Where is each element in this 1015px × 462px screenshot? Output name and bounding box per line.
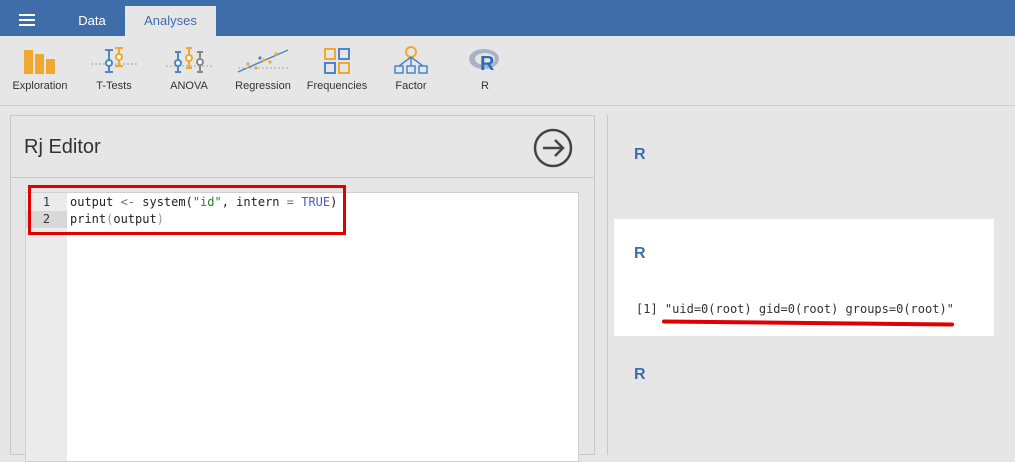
line-number: 2 xyxy=(26,211,67,228)
r-logo-icon: R xyxy=(469,49,499,75)
tab-data[interactable]: Data xyxy=(62,6,122,36)
code-line-1[interactable]: output <- system("id", intern = TRUE) xyxy=(70,194,337,211)
editor-title: Rj Editor xyxy=(24,136,101,158)
r-button[interactable]: R R xyxy=(450,44,520,100)
frequencies-icon xyxy=(324,48,350,74)
bar-chart-icon xyxy=(24,50,55,74)
factor-button[interactable]: Factor xyxy=(376,44,446,100)
ribbon-label: T-Tests xyxy=(96,80,132,92)
line-number-gutter: 1 2 xyxy=(26,193,67,461)
code-editor[interactable]: 1 2 output <- system("id", intern = TRUE… xyxy=(25,192,579,462)
t-tests-button[interactable]: T-Tests xyxy=(79,44,149,100)
ribbon-label: R xyxy=(481,80,489,92)
regression-button[interactable]: Regression xyxy=(228,44,298,100)
result-heading: R xyxy=(634,366,646,383)
results-panel: R R [1] "uid=0(root) gid=0(root) groups=… xyxy=(607,115,1015,455)
frequencies-button[interactable]: Frequencies xyxy=(302,44,372,100)
ribbon-label: Exploration xyxy=(12,80,68,92)
result-heading: R xyxy=(634,245,646,262)
anova-icon xyxy=(166,47,212,73)
code-line-2[interactable]: print(output) xyxy=(70,211,164,228)
output-index: [1] xyxy=(636,302,658,316)
t-test-icon xyxy=(91,47,137,73)
run-arrow-icon[interactable] xyxy=(533,128,573,168)
red-underline xyxy=(661,319,955,327)
output-text: [1] "uid=0(root) gid=0(root) groups=0(ro… xyxy=(636,302,954,316)
divider xyxy=(11,177,594,178)
exploration-button[interactable]: Exploration xyxy=(5,44,75,100)
ribbon-label: Factor xyxy=(395,80,427,92)
ribbon-label: Regression xyxy=(235,80,291,92)
analyses-ribbon: Exploration T-Tests ANOVA Regression Fre… xyxy=(0,36,1015,106)
rj-editor-panel: Rj Editor 1 2 output <- system("id", int… xyxy=(10,115,595,462)
svg-text:R: R xyxy=(480,53,495,75)
top-bar: Data Analyses xyxy=(0,0,1015,36)
regression-icon xyxy=(237,49,289,73)
result-heading: R xyxy=(634,146,646,163)
hamburger-menu-icon[interactable] xyxy=(10,8,46,34)
anova-button[interactable]: ANOVA xyxy=(154,44,224,100)
output-value: "uid=0(root) gid=0(root) groups=0(root)" xyxy=(664,302,954,316)
result-output-card: R [1] "uid=0(root) gid=0(root) groups=0(… xyxy=(614,219,994,336)
factor-icon xyxy=(394,46,428,74)
ribbon-label: Frequencies xyxy=(306,80,368,92)
ribbon-label: ANOVA xyxy=(170,80,208,92)
tab-analyses[interactable]: Analyses xyxy=(125,6,216,36)
line-number: 1 xyxy=(42,195,51,209)
